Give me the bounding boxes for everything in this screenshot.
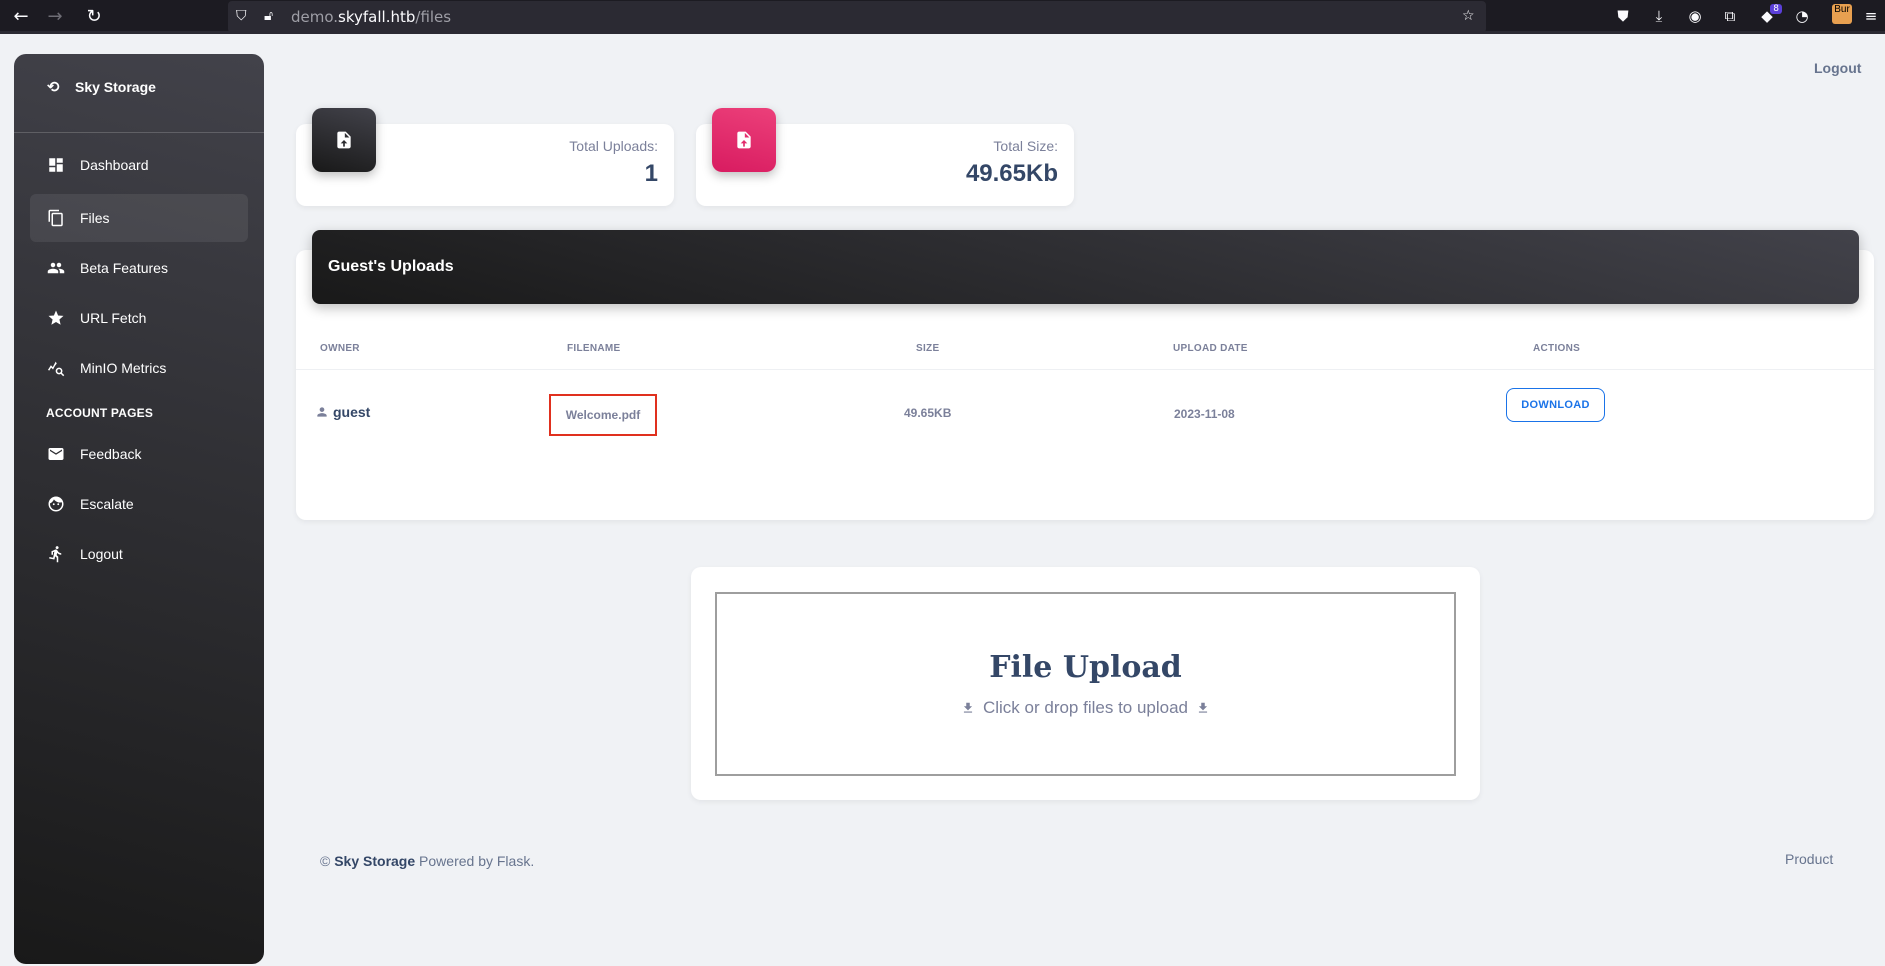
extension-badge-count: 8 xyxy=(1770,4,1782,14)
account-icon[interactable]: ◉ xyxy=(1684,7,1706,27)
sidebar-item-label: Beta Features xyxy=(80,260,168,276)
extension-badge-icon[interactable]: ◆ 8 xyxy=(1756,4,1782,27)
upload-date: 2023-11-08 xyxy=(1174,407,1235,421)
uploads-title: Guest's Uploads xyxy=(328,258,454,275)
sidebar-item-escalate[interactable]: Escalate xyxy=(30,480,248,528)
burp-extension-label: Bur xyxy=(1834,4,1850,15)
owner-name: guest xyxy=(333,404,371,420)
sidebar-item-label: URL Fetch xyxy=(80,310,147,326)
file-upload-hint: Click or drop files to upload xyxy=(717,698,1454,718)
footer-product-link[interactable]: Product xyxy=(1785,851,1833,867)
sidebar-item-label: Feedback xyxy=(80,446,142,462)
address-bar[interactable]: ⛉ 🔓︎ demo.skyfall.htb/files ☆ xyxy=(228,1,1486,33)
download-button[interactable]: DOWNLOAD xyxy=(1506,388,1605,422)
copyright-symbol: © xyxy=(320,853,331,869)
spy-extension-icon[interactable]: ◔ xyxy=(1791,7,1813,27)
file-dropzone[interactable]: File Upload Click or drop files to uploa… xyxy=(715,592,1456,776)
file-upload-icon xyxy=(312,108,376,172)
download-arrow-icon xyxy=(963,702,973,713)
file-upload-icon xyxy=(712,108,776,172)
extensions-icon[interactable]: ⧉ xyxy=(1719,7,1741,27)
sidebar-item-minio-metrics[interactable]: MinIO Metrics xyxy=(30,344,248,392)
sidebar-item-files[interactable]: Files xyxy=(30,194,248,242)
running-person-icon xyxy=(46,544,66,564)
sidebar-item-label: Escalate xyxy=(80,496,134,512)
menu-icon[interactable]: ≡ xyxy=(1860,7,1882,27)
back-icon[interactable]: ← xyxy=(10,6,32,28)
sidebar-item-label: Logout xyxy=(80,546,123,562)
total-uploads-value: 1 xyxy=(644,160,658,187)
downloads-icon[interactable]: ⤓ xyxy=(1648,7,1670,27)
owner-cell: guest xyxy=(315,404,370,420)
file-upload-subtitle: Click or drop files to upload xyxy=(982,698,1189,717)
sidebar-item-url-fetch[interactable]: URL Fetch xyxy=(30,294,248,342)
account-pages-header: ACCOUNT PAGES xyxy=(46,406,154,420)
sidebar: ⟲ Sky Storage Dashboard Files Beta Featu… xyxy=(14,54,264,964)
browser-toolbar: ← → ↻ ⛉ 🔓︎ demo.skyfall.htb/files ☆ ⛊ ⤓ … xyxy=(0,0,1885,34)
sidebar-item-label: Dashboard xyxy=(80,157,149,173)
reload-icon[interactable]: ↻ xyxy=(83,6,105,28)
url-text[interactable]: demo.skyfall.htb/files xyxy=(291,8,451,26)
shield-icon[interactable]: ⛉ xyxy=(236,8,247,24)
sidebar-item-beta-features[interactable]: Beta Features xyxy=(30,244,248,292)
sidebar-item-logout[interactable]: Logout xyxy=(30,530,248,578)
sidebar-item-label: MinIO Metrics xyxy=(80,360,167,376)
column-header-size: SIZE xyxy=(916,343,940,354)
footer-powered-by: Powered by Flask. xyxy=(419,853,535,869)
burp-extension-icon[interactable]: Bur xyxy=(1832,4,1852,24)
filename-text: Welcome.pdf xyxy=(565,408,641,422)
sidebar-item-feedback[interactable]: Feedback xyxy=(30,430,248,478)
file-upload-title: File Upload xyxy=(989,650,1182,685)
total-uploads-label: Total Uploads: xyxy=(569,138,658,154)
face-icon xyxy=(46,494,66,514)
pocket-icon[interactable]: ⛊ xyxy=(1612,7,1634,27)
total-uploads-card: Total Uploads: 1 xyxy=(296,108,674,206)
column-header-owner: OWNER xyxy=(320,343,360,354)
lock-icon[interactable]: 🔓︎ xyxy=(264,8,273,24)
column-header-actions: ACTIONS xyxy=(1533,343,1581,354)
sidebar-divider xyxy=(14,132,264,133)
forward-icon[interactable]: → xyxy=(44,6,66,28)
total-size-card: Total Size: 49.65Kb xyxy=(696,108,1074,206)
files-icon xyxy=(46,208,66,228)
mail-icon xyxy=(46,444,66,464)
brand[interactable]: ⟲ Sky Storage xyxy=(47,78,156,96)
sidebar-item-label: Files xyxy=(80,210,110,226)
file-size: 49.65KB xyxy=(904,406,952,420)
column-header-upload-date: UPLOAD DATE xyxy=(1173,343,1248,354)
total-size-value: 49.65Kb xyxy=(965,160,1058,187)
logout-link[interactable]: Logout xyxy=(1814,60,1861,76)
footer-brand-link[interactable]: Sky Storage xyxy=(334,853,415,869)
people-icon xyxy=(46,258,66,278)
bookmark-star-icon[interactable]: ☆ xyxy=(1462,8,1475,24)
uploads-header: Guest's Uploads xyxy=(312,230,1859,304)
column-header-filename: FILENAME xyxy=(567,343,621,354)
star-icon xyxy=(46,308,66,328)
cloud-sync-logo-icon: ⟲ xyxy=(47,78,60,96)
dashboard-icon xyxy=(46,155,66,175)
brand-name: Sky Storage xyxy=(75,79,156,95)
sidebar-item-dashboard[interactable]: Dashboard xyxy=(30,141,248,189)
person-icon xyxy=(317,407,327,417)
table-header-divider xyxy=(296,369,1874,370)
filename-link[interactable]: Welcome.pdf xyxy=(549,394,657,436)
total-size-label: Total Size: xyxy=(993,138,1058,154)
download-arrow-icon xyxy=(1198,702,1208,713)
query-stats-icon xyxy=(46,358,66,378)
footer-copyright: © Sky Storage Powered by Flask. xyxy=(320,853,534,869)
